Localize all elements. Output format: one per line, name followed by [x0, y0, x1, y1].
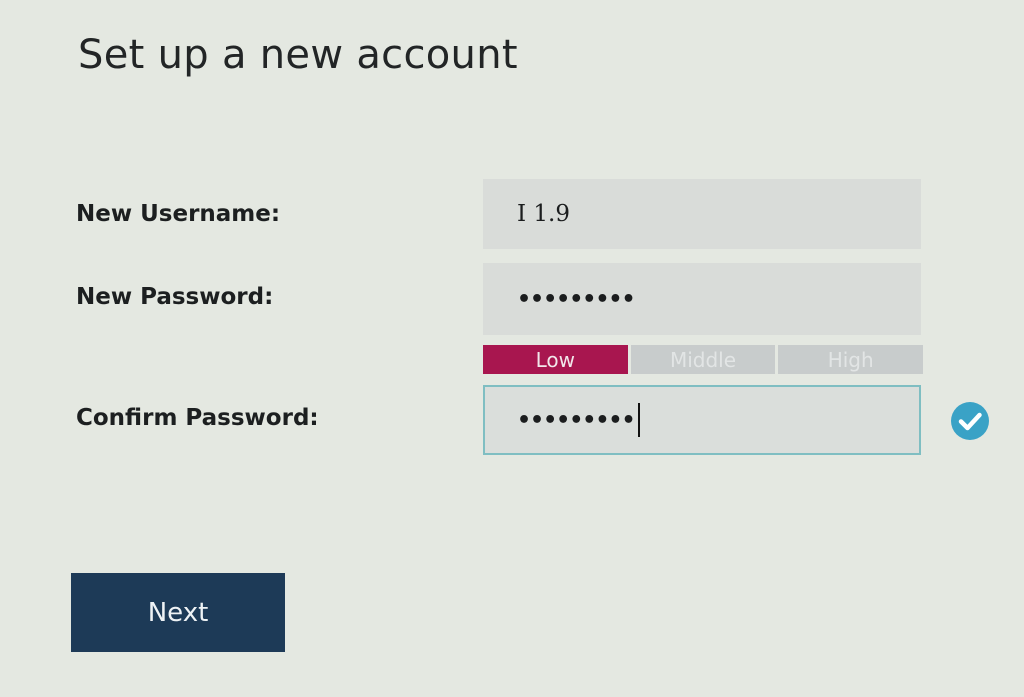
username-value: I 1.9	[517, 201, 570, 227]
page-title: Set up a new account	[78, 32, 518, 78]
password-field[interactable]: •••••••••	[483, 263, 921, 335]
confirm-password-value: •••••••••	[517, 407, 636, 433]
strength-middle-segment: Middle	[630, 345, 776, 374]
password-label: New Password:	[76, 284, 274, 310]
strength-high-segment: High	[778, 345, 924, 374]
password-strength-meter: Low Middle High	[483, 345, 924, 374]
username-field[interactable]: I 1.9	[483, 179, 921, 249]
username-label: New Username:	[76, 201, 281, 227]
confirm-password-label: Confirm Password:	[76, 405, 319, 431]
password-value: •••••••••	[517, 286, 636, 312]
confirm-password-field[interactable]: •••••••••	[483, 385, 921, 455]
text-caret	[637, 403, 640, 437]
next-button[interactable]: Next	[71, 573, 285, 652]
strength-low-segment: Low	[483, 345, 628, 374]
check-circle-icon	[951, 402, 989, 440]
